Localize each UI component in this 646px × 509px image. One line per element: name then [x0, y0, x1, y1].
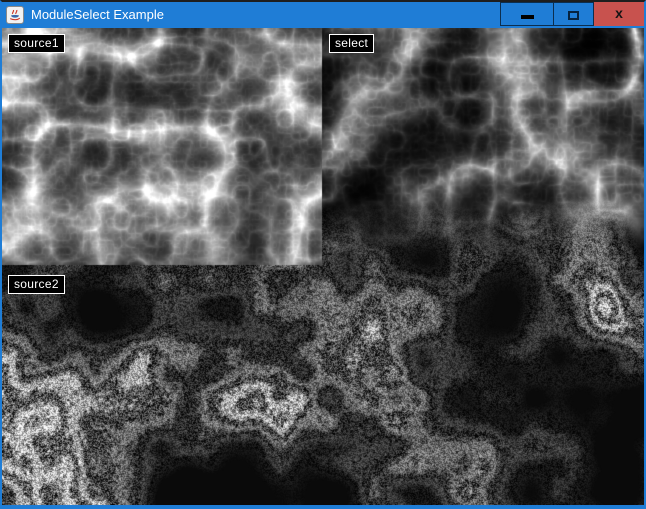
render-area: source1 select source2 [2, 28, 644, 505]
noise-render-canvas [2, 28, 644, 505]
app-window: ModuleSelect Example x source1 select so… [0, 0, 646, 509]
maximize-icon [568, 11, 579, 20]
maximize-button[interactable] [554, 2, 594, 26]
close-button[interactable]: x [594, 2, 644, 26]
java-coffee-cup-icon [6, 6, 24, 24]
label-source2: source2 [8, 275, 65, 294]
minimize-button[interactable] [500, 2, 554, 26]
window-controls: x [500, 2, 644, 28]
titlebar[interactable]: ModuleSelect Example x [2, 2, 644, 28]
label-source1: source1 [8, 34, 65, 53]
window-title: ModuleSelect Example [31, 2, 164, 28]
close-icon: x [615, 6, 623, 20]
minimize-icon [521, 15, 534, 19]
label-select: select [329, 34, 374, 53]
